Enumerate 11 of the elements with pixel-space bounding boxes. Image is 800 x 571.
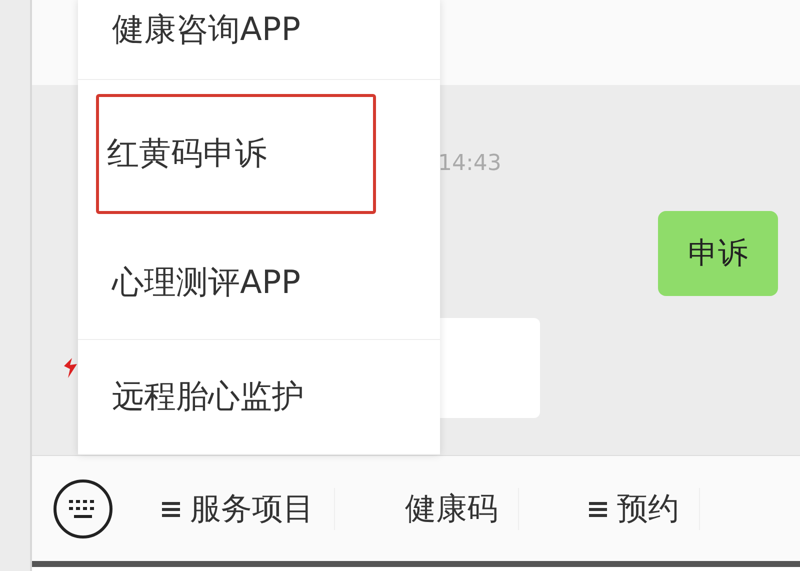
menu-item[interactable]: 远程胎心监护 (78, 340, 440, 456)
menu-item[interactable]: 心理测评APP (78, 226, 440, 340)
menu-item[interactable]: 红黄码申诉 (96, 94, 376, 214)
menu-tab[interactable]: 服务项目 (162, 488, 335, 530)
menu-tab[interactable]: 健康码 (405, 488, 519, 530)
timestamp: 14:43 (438, 151, 502, 176)
message-bubble: 申诉 (658, 211, 778, 296)
menu-tab[interactable]: 预约 (589, 488, 700, 530)
menu-icon (162, 500, 180, 516)
keyboard-icon[interactable] (52, 478, 114, 540)
menu-icon (589, 500, 607, 516)
